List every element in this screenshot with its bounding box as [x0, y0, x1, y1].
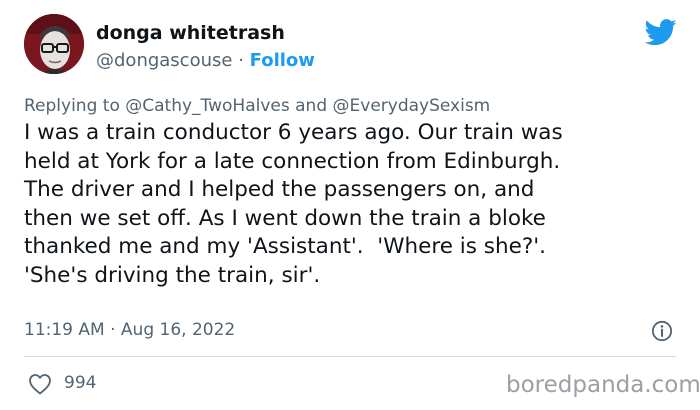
handle-separator: · [238, 50, 244, 71]
author-handle[interactable]: @dongascouse [96, 50, 232, 71]
mention-cathy-twohalves[interactable]: @Cathy_TwoHalves [125, 96, 289, 116]
tweet-text-line: held at York for a late connection from … [24, 148, 561, 174]
mention-everydaysexism[interactable]: @EverydaySexism [333, 96, 491, 116]
tweet-text-line: I was a train conductor 6 years ago. Our… [24, 120, 563, 145]
tweet-timestamp[interactable]: 11:19 AM · Aug 16, 2022 [24, 320, 235, 340]
replying-to-conjunction: and [295, 96, 328, 116]
tweet-date: Aug 16, 2022 [120, 320, 236, 340]
tweet-text-line: 'She's driving the train, sir'. [24, 262, 321, 288]
replying-to-line: Replying to @Cathy_TwoHalves and @Everyd… [24, 96, 490, 116]
watermark: boredpanda.com [506, 372, 700, 398]
twitter-bird-icon[interactable] [645, 19, 677, 46]
heart-icon[interactable] [28, 373, 52, 395]
follow-button[interactable]: Follow [250, 50, 315, 71]
avatar[interactable] [24, 14, 84, 74]
author-name[interactable]: donga whitetrash [96, 22, 285, 44]
replying-to-prefix: Replying to [24, 96, 120, 116]
likes-count[interactable]: 994 [64, 373, 96, 393]
tweet-time: 11:19 AM [24, 320, 105, 340]
tweet-text-line: then we set off. As I went down the trai… [24, 205, 546, 231]
tweet-text: I was a train conductor 6 years ago. Our… [24, 119, 674, 291]
divider [24, 356, 676, 357]
timestamp-separator: · [110, 320, 116, 340]
tweet-text-line: thanked me and my 'Assistant'. 'Where is… [24, 234, 546, 260]
avatar-image [24, 14, 84, 74]
tweet-text-line: The driver and I helped the passengers o… [24, 177, 535, 203]
info-icon[interactable] [651, 320, 673, 342]
author-handle-line: @dongascouse · Follow [96, 50, 315, 71]
